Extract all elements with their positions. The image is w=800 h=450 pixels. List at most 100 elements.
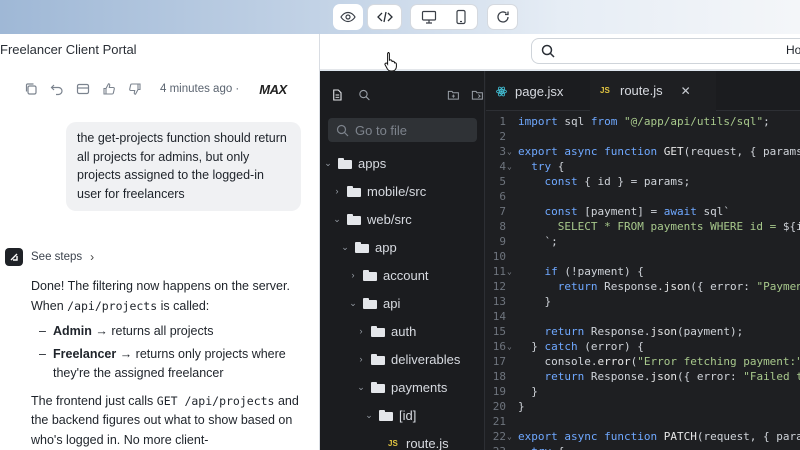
code-line: try { [531,160,565,173]
code-line: export async function PATCH(request, { p… [518,430,800,443]
code-line: `; [518,235,558,248]
folder-icon [338,157,352,169]
line-number: 3 [499,145,506,158]
tree-item-label: web/src [367,211,412,227]
tree-item-label: account [383,267,429,283]
code-line: console.error("Error fetching payment:",… [518,355,800,368]
folder-icon [355,241,369,253]
role-name: Admin [53,324,92,338]
line-number: 18 [492,370,506,383]
answer-text: is called: [157,298,210,313]
code-view[interactable]: import sql from "@/app/api/utils/sql"; e… [486,111,800,450]
tree-item-api[interactable]: ⌄ api [349,293,400,313]
code-line: SELECT * FROM payments WHERE id = ${id} [557,220,800,233]
tab-route-js[interactable]: JS route.js ✕ [590,71,716,111]
tree-item-auth[interactable]: › auth [357,321,417,341]
tree-item-mobile-src[interactable]: › mobile/src [333,181,427,201]
line-number: 6 [499,190,506,203]
line-number: 10 [492,250,506,263]
tree-item-web-src[interactable]: ⌄ web/src [333,209,412,229]
file-explorer: Go to file ⌄ apps › mobile/src ⌄ web/src ⌄ a… [320,71,485,450]
tree-item-id[interactable]: ⌄ [id] [365,405,416,425]
code-line: const { id } = params; [544,175,691,188]
tree-item-deliverables[interactable]: › deliverables [357,349,461,369]
mobile-icon[interactable] [455,9,467,25]
tab-label: route.js [620,83,663,98]
line-number: 11 [492,265,506,278]
fold-chevron-icon[interactable]: ⌄ [507,264,515,279]
code-line: const [payment] = await sql` [544,205,730,218]
code-icon [376,11,393,23]
react-file-icon [496,86,507,96]
search-icon [541,44,555,58]
code-line: return Response.json(payment); [544,325,744,338]
copy-icon[interactable] [24,82,38,96]
desktop-icon[interactable] [421,9,437,25]
search-icon [336,124,349,136]
fold-chevron-icon[interactable]: ⌄ [507,144,515,159]
answer-text: The frontend just calls [31,393,157,408]
tree-item-account[interactable]: › account [349,265,429,285]
code-line: if (!payment) { [544,265,644,278]
chevron-down-icon: ⌄ [365,409,373,420]
fold-chevron-icon[interactable]: ⌄ [507,339,515,354]
go-to-file-input[interactable]: Go to file [328,118,477,142]
tab-page-jsx[interactable]: page.jsx [486,71,590,111]
preview-view-button[interactable] [333,4,363,30]
archive-icon[interactable] [76,82,90,96]
folder-icon [371,325,385,337]
folder-icon [379,409,393,421]
refresh-button[interactable] [487,4,518,30]
chevron-down-icon: ⌄ [357,381,365,392]
thumbs-down-icon[interactable] [128,82,142,96]
line-number: 15 [492,325,506,338]
new-folder-icon[interactable] [471,88,484,102]
code-line: try { [518,444,564,450]
folder-icon [363,297,377,309]
code-editor: Go to file ⌄ apps › mobile/src ⌄ web/src ⌄ a… [320,71,800,450]
tree-item-label: route.js [406,435,449,450]
user-message-bubble: the get-projects function should return … [66,122,301,211]
new-file-icon[interactable] [447,88,460,102]
line-number: 21 [492,415,506,428]
tree-item-app[interactable]: ⌄ app [341,237,397,257]
tree-item-apps[interactable]: ⌄ apps [324,153,386,173]
see-steps-toggle[interactable]: See steps › [5,248,94,266]
line-number: 8 [499,220,506,233]
assistant-answer: Done! The filtering now happens on the s… [31,277,316,450]
folder-icon [347,213,361,225]
code-line: } [518,400,525,413]
address-bar[interactable] [531,38,800,64]
assistant-logo-icon [5,248,23,266]
tree-item-label: app [375,239,397,255]
chevron-right-icon: › [335,186,339,196]
line-number: 14 [492,310,506,323]
line-number: 13 [492,295,506,308]
files-icon[interactable] [331,88,344,102]
tree-item-route-js[interactable]: JS route.js [374,433,449,450]
close-icon[interactable]: ✕ [681,84,691,98]
inline-code: GET /api/projects [156,393,275,408]
message-timestamp: 4 minutes ago · [160,83,240,95]
js-file-icon: JS [388,438,398,448]
search-icon[interactable] [358,88,371,102]
fold-chevron-icon[interactable]: ⌄ [507,159,515,174]
code-view-button[interactable] [367,4,402,30]
tree-item-label: mobile/src [367,183,427,199]
explorer-toolbar [320,71,484,102]
folder-icon [371,353,385,365]
fold-chevron-icon[interactable]: ⌄ [507,429,515,444]
list-item: – Freelancer → returns only projects wher… [31,345,316,384]
thumbs-up-icon[interactable] [102,82,116,96]
list-item: – Admin → returns all projects [31,322,316,342]
refresh-icon [496,11,509,23]
code-line: export async function GET(request, { par… [518,145,800,158]
tree-item-payments[interactable]: ⌄ payments [357,377,447,397]
undo-icon[interactable] [50,82,64,96]
chevron-down-icon: ⌄ [349,297,357,308]
bullet-dash: – [39,346,46,361]
line-number: 7 [499,205,506,218]
tree-item-label: auth [391,323,417,339]
chevron-down-icon: ⌄ [324,157,332,168]
folder-icon [363,269,377,281]
